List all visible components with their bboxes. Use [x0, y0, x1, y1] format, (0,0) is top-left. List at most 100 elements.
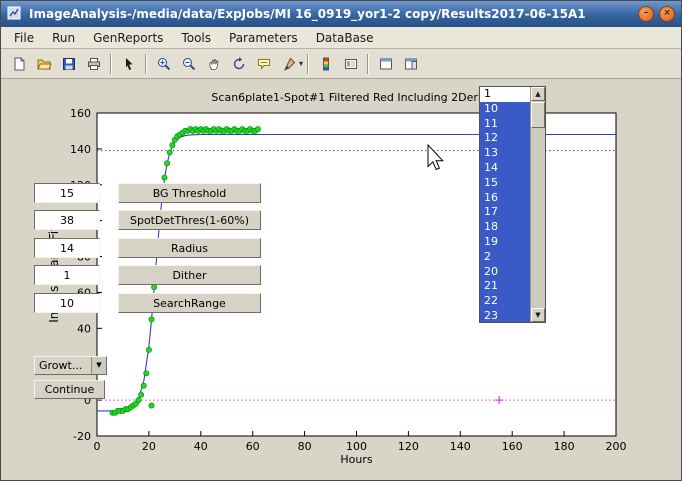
searchrange-input[interactable]	[34, 293, 100, 313]
dropdown-item-18[interactable]: 18	[480, 220, 530, 235]
menu-item-parameters[interactable]: Parameters	[220, 29, 307, 47]
y-tick-label: -20	[73, 430, 91, 443]
new-document-icon[interactable]	[7, 52, 30, 75]
pan-icon[interactable]	[202, 52, 225, 75]
dropdown-item-16[interactable]: 16	[480, 191, 530, 206]
minimize-button[interactable]: –	[638, 6, 654, 22]
menu-item-tools[interactable]: Tools	[172, 29, 220, 47]
menu-item-run[interactable]: Run	[43, 29, 84, 47]
measured-intensity-point	[237, 128, 242, 133]
measured-intensity-point	[255, 127, 260, 132]
dropdown-scrollbar[interactable]: ▲ ▼	[530, 87, 545, 322]
app-icon	[7, 5, 21, 24]
measured-intensity-point	[162, 175, 167, 180]
plot-title: Scan6plate1-Spot#1 Filtered Red Includin…	[211, 91, 501, 104]
measured-intensity-point	[224, 127, 229, 132]
dropdown-item-14[interactable]: 14	[480, 161, 530, 176]
show-plot-tools-icon[interactable]	[399, 52, 422, 75]
dropdown-item-17[interactable]: 17	[480, 205, 530, 220]
dropdown-item-10[interactable]: 10	[480, 102, 530, 117]
scroll-down-icon[interactable]: ▼	[531, 308, 545, 322]
measured-intensity-point	[245, 128, 250, 133]
dropdown-item-2[interactable]: 2	[480, 250, 530, 265]
insert-colorbar-icon[interactable]	[314, 52, 337, 75]
dropdown-item-21[interactable]: 21	[480, 279, 530, 294]
scrollbar-thumb[interactable]	[531, 102, 545, 128]
measured-intensity-point	[211, 127, 216, 132]
dropdown-item-19[interactable]: 19	[480, 235, 530, 250]
menu-item-database[interactable]: DataBase	[307, 29, 383, 47]
print-icon[interactable]	[82, 52, 105, 75]
x-tick-label: 100	[346, 440, 367, 453]
dropdown-item-12[interactable]: 12	[480, 131, 530, 146]
toolbar-separator	[367, 54, 369, 74]
zoom-out-icon[interactable]	[177, 52, 200, 75]
measured-intensity-point	[123, 407, 128, 412]
dropdown-item-1[interactable]: 1	[480, 87, 530, 102]
toolbar-separator	[145, 54, 147, 74]
dither-input[interactable]	[34, 265, 100, 285]
measured-intensity-point	[128, 405, 133, 410]
hide-plot-tools-icon[interactable]	[374, 52, 397, 75]
measured-intensity-point	[219, 128, 224, 133]
measured-intensity-point	[198, 127, 203, 132]
spotdetthres-1-60-input[interactable]	[34, 210, 100, 230]
dropdown-item-11[interactable]: 11	[480, 117, 530, 132]
toolbar-separator	[110, 54, 112, 74]
measured-intensity-point	[185, 128, 190, 133]
toolbar: ▾	[1, 49, 681, 79]
menu-item-genreports[interactable]: GenReports	[84, 29, 172, 47]
menubar: FileRunGenReportsToolsParametersDataBase	[1, 27, 681, 49]
open-folder-icon[interactable]	[32, 52, 55, 75]
measured-intensity-point	[193, 127, 198, 132]
spotdetthres-1-60-button[interactable]: SpotDetThres(1-60%)	[118, 210, 261, 230]
continue-button[interactable]: Continue	[34, 380, 105, 399]
dropdown-item-22[interactable]: 22	[480, 294, 530, 309]
bg-threshold-input[interactable]	[34, 183, 100, 203]
y-tick-label: 160	[70, 107, 91, 120]
menu-item-file[interactable]: File	[5, 29, 43, 47]
x-tick-label: 140	[450, 440, 471, 453]
x-tick-label: 40	[194, 440, 208, 453]
measured-intensity-point	[118, 408, 123, 413]
spot-number-dropdown[interactable]: 110111213141516171819220212223 ▲ ▼	[479, 86, 546, 323]
chevron-down-icon[interactable]: ▼	[91, 357, 106, 374]
scroll-up-icon[interactable]: ▲	[531, 87, 545, 101]
growth-model-popup[interactable]: Growt... ▼	[34, 356, 107, 375]
dropdown-item-15[interactable]: 15	[480, 176, 530, 191]
searchrange-button[interactable]: SearchRange	[118, 293, 261, 313]
save-icon[interactable]	[57, 52, 80, 75]
insert-legend-icon[interactable]	[339, 52, 362, 75]
bg-threshold-button[interactable]: BG Threshold	[118, 183, 261, 203]
edit-plot-pointer-icon[interactable]	[117, 52, 140, 75]
dropdown-item-13[interactable]: 13	[480, 146, 530, 161]
measured-intensity-point	[248, 127, 253, 132]
dither-button[interactable]: Dither	[118, 265, 261, 285]
measured-intensity-point	[209, 128, 214, 133]
dropdown-item-20[interactable]: 20	[480, 265, 530, 280]
x-tick-label: 60	[246, 440, 260, 453]
close-button[interactable]: ×	[659, 6, 675, 22]
measured-intensity-point	[115, 408, 120, 413]
measured-intensity-point	[170, 143, 175, 148]
measured-intensity-point	[152, 285, 157, 290]
data-cursor-icon[interactable]	[252, 52, 275, 75]
dropdown-item-23[interactable]: 23	[480, 309, 530, 322]
zoom-in-icon[interactable]	[152, 52, 175, 75]
radius-input[interactable]	[34, 238, 100, 258]
measured-intensity-point	[110, 410, 115, 415]
measured-intensity-point	[177, 132, 182, 137]
rotate-3d-icon[interactable]	[227, 52, 250, 75]
measured-intensity-point	[235, 128, 240, 133]
y-tick-label: 40	[77, 322, 91, 335]
radius-button[interactable]: Radius	[118, 238, 261, 258]
measured-intensity-point	[242, 128, 247, 133]
x-axis-label: Hours	[340, 453, 372, 466]
titlebar[interactable]: ImageAnalysis-/media/data/ExpJobs/MI 16_…	[1, 1, 681, 27]
measured-intensity-point	[196, 128, 201, 133]
measured-intensity-point	[253, 128, 258, 133]
measured-intensity-point	[136, 398, 141, 403]
brush-icon[interactable]	[277, 52, 300, 75]
brush-dropdown-caret-icon[interactable]: ▾	[299, 59, 303, 68]
measured-intensity-point	[201, 128, 206, 133]
